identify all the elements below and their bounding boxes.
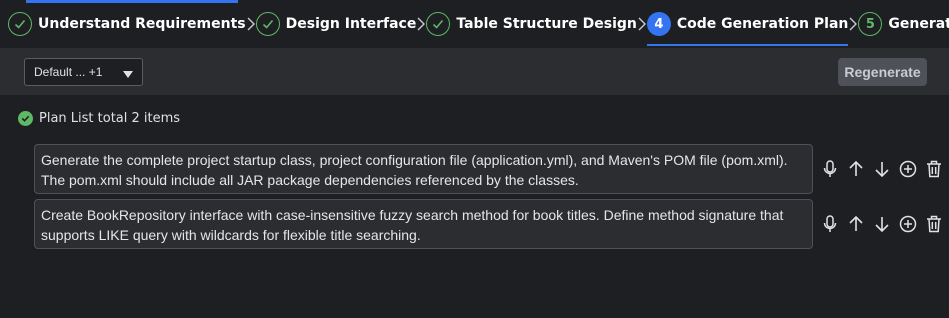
step-label: Code Generation Plan: [676, 16, 849, 32]
plan-item-text[interactable]: Create BookRepository interface with cas…: [34, 199, 813, 249]
plan-item-actions: [817, 213, 947, 235]
check-icon: [255, 12, 280, 36]
arrow-up-icon[interactable]: [843, 158, 869, 180]
plan-item: Generate the complete project startup cl…: [34, 144, 941, 194]
dropdown-arrow-icon: [123, 68, 133, 82]
check-icon: [8, 12, 32, 36]
arrow-down-icon[interactable]: [869, 158, 895, 180]
trash-icon[interactable]: [921, 213, 947, 235]
microphone-icon[interactable]: [817, 213, 843, 235]
step-label: Understand Requirements: [38, 16, 246, 32]
arrow-up-icon[interactable]: [843, 213, 869, 235]
step-label: Table Structure Design: [456, 16, 637, 32]
chevron-right-icon: [416, 16, 426, 32]
step-code-generation-plan[interactable]: 4 Code Generation Plan: [646, 0, 849, 48]
add-circle-icon[interactable]: [895, 158, 921, 180]
microphone-icon[interactable]: [817, 158, 843, 180]
plan-summary-text: Plan List total 2 items: [39, 111, 181, 126]
plan-item-actions: [817, 158, 947, 180]
dropdown-value: Default ... +1: [34, 65, 103, 79]
step-design-interface[interactable]: Design Interface: [255, 0, 417, 48]
success-check-icon: [18, 111, 33, 126]
chevron-right-icon: [246, 16, 256, 32]
plan-item-text[interactable]: Generate the complete project startup cl…: [34, 144, 813, 194]
step-navigation: Understand Requirements Design Interface…: [0, 0, 949, 48]
plan-summary: Plan List total 2 items: [18, 111, 180, 126]
step-generate[interactable]: 5 Generate S: [858, 0, 949, 48]
chevron-right-icon: [848, 16, 858, 32]
regenerate-button[interactable]: Regenerate: [838, 58, 927, 86]
model-select-dropdown[interactable]: Default ... +1: [24, 58, 143, 86]
step-table-structure-design[interactable]: Table Structure Design: [426, 0, 637, 48]
arrow-down-icon[interactable]: [869, 213, 895, 235]
check-icon: [426, 12, 451, 36]
step-understand-requirements[interactable]: Understand Requirements: [8, 0, 246, 48]
active-step-underline: [646, 44, 849, 46]
step-label: Design Interface: [285, 16, 417, 32]
add-circle-icon[interactable]: [895, 213, 921, 235]
toolbar: Default ... +1 Regenerate: [0, 48, 949, 95]
step-number: 4: [646, 12, 671, 36]
plan-item: Create BookRepository interface with cas…: [34, 199, 941, 249]
trash-icon[interactable]: [921, 158, 947, 180]
chevron-right-icon: [637, 16, 647, 32]
step-label: Generate S: [888, 16, 949, 32]
step-number: 5: [858, 12, 883, 36]
